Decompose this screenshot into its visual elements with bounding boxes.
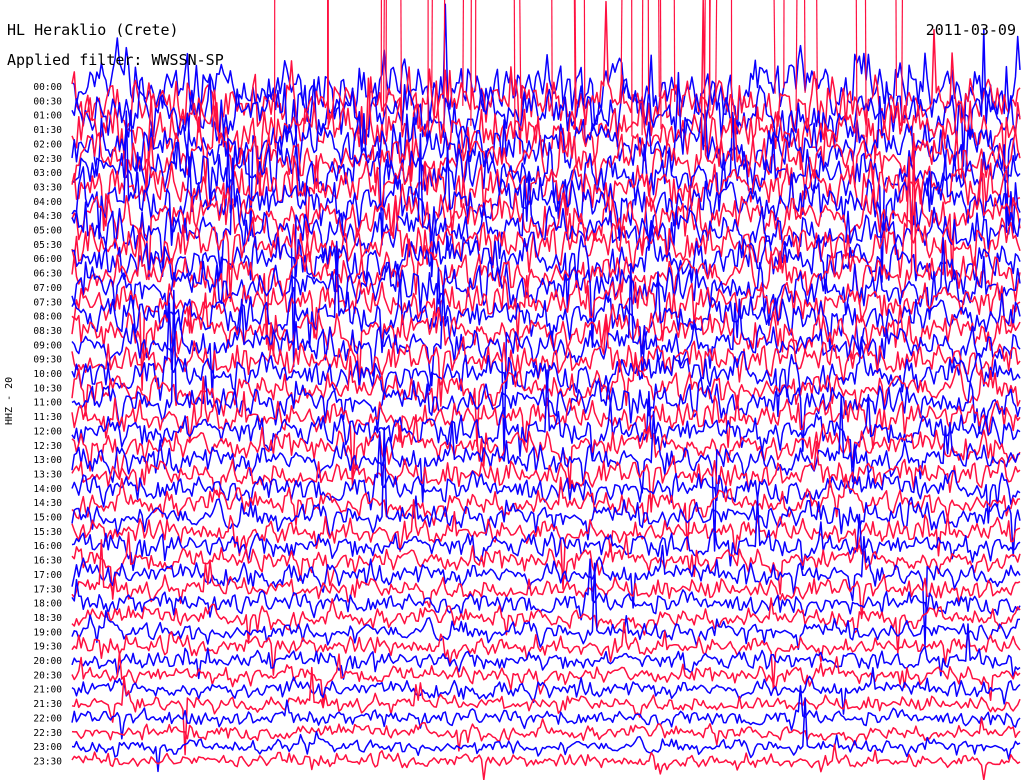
row-time-label: 02:00 <box>33 139 62 150</box>
trace-spike <box>431 0 433 88</box>
row-time-label: 09:30 <box>33 355 62 366</box>
row-time-label: 07:30 <box>33 297 62 308</box>
row-time-label: 23:30 <box>33 756 62 767</box>
trace-spike <box>816 0 818 90</box>
row-time-label: 00:30 <box>33 96 62 107</box>
trace-spike <box>803 0 806 93</box>
trace-layer <box>71 0 1021 780</box>
row-time-label: 16:30 <box>33 556 62 567</box>
row-time-label: 20:00 <box>33 656 62 667</box>
plot-date: 2011-03-09 <box>925 21 1016 39</box>
row-time-label: 08:30 <box>33 326 62 337</box>
row-time-label: 10:00 <box>33 369 62 380</box>
row-time-label: 06:00 <box>33 254 62 265</box>
row-time-label: 14:30 <box>33 498 62 509</box>
filter-label: Applied filter: WWSSN-SP <box>7 51 224 69</box>
row-time-label: 11:00 <box>33 398 62 409</box>
trace-spike <box>864 0 867 138</box>
row-time-label: 08:00 <box>33 312 62 323</box>
row-time-label: 21:30 <box>33 699 62 710</box>
trace-spike <box>855 0 858 143</box>
row-time-label: 03:00 <box>33 168 62 179</box>
row-time-label: 16:00 <box>33 541 62 552</box>
row-time-label: 15:30 <box>33 527 62 538</box>
row-time-label: 12:30 <box>33 441 62 452</box>
row-time-label: 05:00 <box>33 226 62 237</box>
trace-spike <box>900 0 904 132</box>
row-time-label: 13:30 <box>33 469 62 480</box>
row-time-label: 14:00 <box>33 484 62 495</box>
row-time-label: 10:30 <box>33 383 62 394</box>
time-axis: 00:00 00:30 01:00 01:30 02:00 02:30 03:00 03:30… <box>33 82 62 767</box>
row-time-label: 17:30 <box>33 584 62 595</box>
row-time-label: 15:00 <box>33 513 62 524</box>
channel-label: HHZ - 20 <box>4 376 15 425</box>
trace-spike <box>659 0 662 130</box>
trace-spike <box>513 0 516 138</box>
trace-spike <box>400 0 403 131</box>
row-time-label: 01:00 <box>33 111 62 122</box>
trace-spike <box>382 0 385 118</box>
trace-spike <box>641 0 644 136</box>
row-time-label: 04:00 <box>33 197 62 208</box>
row-time-label: 21:00 <box>33 685 62 696</box>
row-time-label: 20:30 <box>33 670 62 681</box>
row-time-label: 18:00 <box>33 599 62 610</box>
row-time-label: 19:30 <box>33 642 62 653</box>
row-time-label: 17:00 <box>33 570 62 581</box>
trace-spike <box>773 0 776 94</box>
row-time-label: 07:00 <box>33 283 62 294</box>
trace-spike <box>658 0 660 97</box>
row-time-label: 01:30 <box>33 125 62 136</box>
row-time-label: 13:00 <box>33 455 62 466</box>
row-time-label: 04:30 <box>33 211 62 222</box>
trace-spike <box>795 0 798 111</box>
trace-spike <box>703 0 706 88</box>
row-time-label: 03:30 <box>33 182 62 193</box>
row-time-label: 18:30 <box>33 613 62 624</box>
trace-spike <box>715 0 718 102</box>
row-time-label: 22:30 <box>33 728 62 739</box>
trace-spike <box>443 0 446 131</box>
station-title: HL Heraklio (Crete) <box>7 21 179 39</box>
helicorder-svg: 00:00 00:30 01:00 01:30 02:00 02:30 03:00 03:30… <box>33 0 1021 780</box>
trace-spike <box>574 0 577 101</box>
row-time-label: 09:00 <box>33 340 62 351</box>
row-time-label: 22:00 <box>33 713 62 724</box>
row-time-label: 19:00 <box>33 627 62 638</box>
trace-spike <box>620 0 623 104</box>
row-time-label: 23:00 <box>33 742 62 753</box>
row-time-label: 11:30 <box>33 412 62 423</box>
row-time-label: 05:30 <box>33 240 62 251</box>
trace-spike <box>583 0 586 144</box>
row-time-label: 00:00 <box>33 82 62 93</box>
helicorder-plot: 00:00 00:30 01:00 01:30 02:00 02:30 03:00 03:30… <box>0 0 1024 780</box>
row-time-label: 12:00 <box>33 426 62 437</box>
row-time-label: 02:30 <box>33 154 62 165</box>
row-time-label: 06:30 <box>33 269 62 280</box>
trace-spike <box>462 0 464 106</box>
